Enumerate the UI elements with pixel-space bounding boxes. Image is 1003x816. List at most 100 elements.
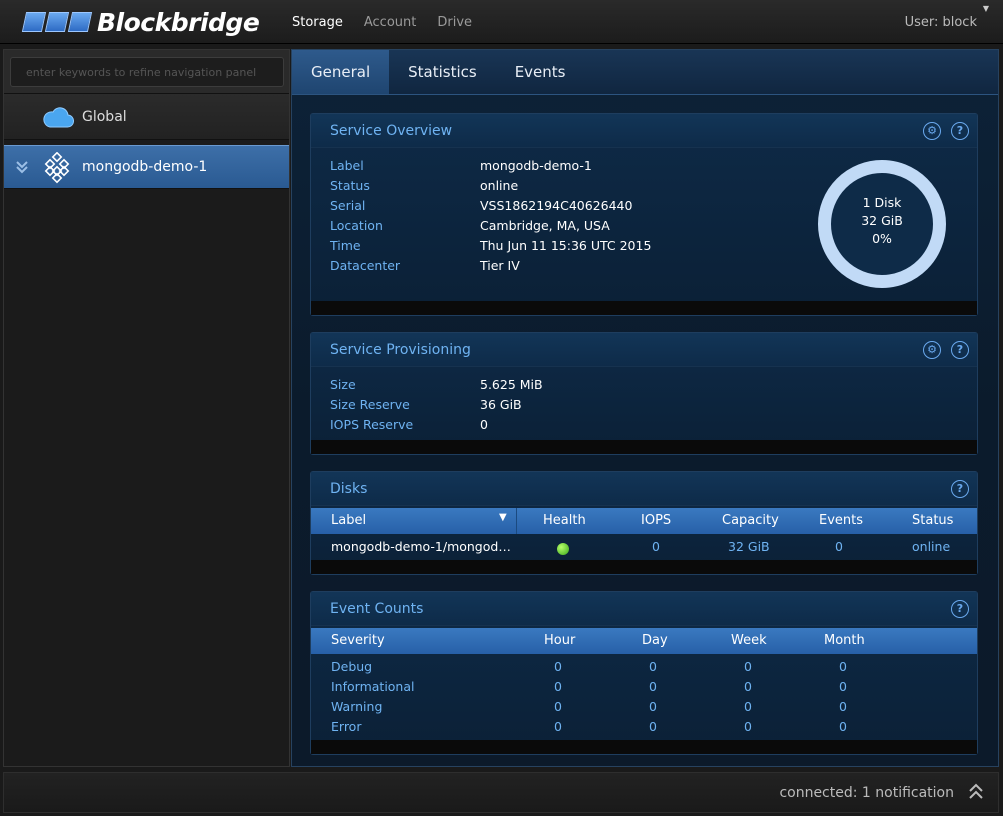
count-month[interactable]: 0 — [839, 679, 847, 694]
provisioning-properties: Size 5.625 MiB Size Reserve 36 GiB IOPS Re… — [330, 377, 543, 437]
property-key: Datacenter — [330, 258, 401, 273]
count-week[interactable]: 0 — [744, 679, 752, 694]
user-menu[interactable]: User: block — [905, 15, 977, 30]
table-row: Debug 0 0 0 0 — [311, 654, 977, 674]
disk-capacity[interactable]: 32 GiB — [728, 539, 770, 554]
topnav-account[interactable]: Account — [364, 15, 417, 30]
logo-square-icon — [44, 12, 70, 32]
count-hour[interactable]: 0 — [554, 659, 562, 674]
nav-search-wrap — [4, 50, 289, 94]
disk-label[interactable]: mongodb-demo-1/mongod… — [331, 539, 511, 554]
tab-bar: General Statistics Events — [292, 50, 998, 95]
settings-gear-icon[interactable]: ⚙ — [923, 341, 941, 359]
property-key: Serial — [330, 198, 366, 213]
service-icon — [44, 152, 70, 184]
sort-chevron-icon[interactable]: ▼ — [499, 512, 507, 523]
column-header-day[interactable]: Day — [642, 633, 668, 648]
table-row: Warning 0 0 0 0 — [311, 694, 977, 714]
top-bar: Blockbridge Storage Account Drive User: … — [0, 0, 1003, 44]
column-header-severity[interactable]: Severity — [331, 633, 385, 648]
property-row: Size Reserve 36 GiB — [330, 397, 543, 417]
count-day[interactable]: 0 — [649, 699, 657, 714]
disk-events[interactable]: 0 — [835, 539, 843, 554]
count-month[interactable]: 0 — [839, 699, 847, 714]
table-row[interactable]: mongodb-demo-1/mongod… 0 32 GiB 0 online — [311, 534, 977, 555]
panel-footer — [311, 740, 977, 754]
sidebar-item-label: mongodb-demo-1 — [82, 159, 208, 175]
column-header-events[interactable]: Events — [819, 513, 863, 528]
disk-status[interactable]: online — [912, 539, 950, 554]
table-row: Error 0 0 0 0 — [311, 714, 977, 734]
sidebar-item-label: Global — [82, 108, 127, 125]
column-header-week[interactable]: Week — [731, 633, 767, 648]
property-key: Size — [330, 377, 356, 392]
count-week[interactable]: 0 — [744, 699, 752, 714]
nav-search-input[interactable] — [10, 57, 284, 87]
property-value: Cambridge, MA, USA — [480, 218, 610, 233]
panel-header: Event Counts ? — [311, 592, 977, 626]
disk-iops[interactable]: 0 — [652, 539, 660, 554]
property-value: 36 GiB — [480, 397, 522, 412]
help-icon[interactable]: ? — [951, 480, 969, 498]
count-week[interactable]: 0 — [744, 659, 752, 674]
property-row: Time Thu Jun 11 15:36 UTC 2015 — [330, 238, 651, 258]
donut-line: 32 GiB — [861, 213, 903, 228]
topnav-drive[interactable]: Drive — [437, 15, 472, 30]
column-header-iops[interactable]: IOPS — [641, 513, 671, 528]
count-day[interactable]: 0 — [649, 719, 657, 734]
count-day[interactable]: 0 — [649, 659, 657, 674]
column-header-status[interactable]: Status — [912, 513, 953, 528]
help-icon[interactable]: ? — [951, 341, 969, 359]
event-counts-panel: Event Counts ? Severity Hour Day Week Mo… — [310, 591, 978, 755]
table-row: Informational 0 0 0 0 — [311, 674, 977, 694]
collapse-chevrons-icon[interactable] — [15, 160, 29, 174]
event-table-header: Severity Hour Day Week Month — [311, 628, 977, 654]
property-value: Thu Jun 11 15:36 UTC 2015 — [480, 238, 652, 253]
brand-name: Blockbridge — [97, 7, 260, 37]
connection-status[interactable]: connected: 1 notification — [779, 785, 954, 801]
column-header-capacity[interactable]: Capacity — [722, 513, 779, 528]
topnav-storage[interactable]: Storage — [292, 15, 343, 30]
settings-gear-icon[interactable]: ⚙ — [923, 122, 941, 140]
navigation-panel: Global mongodb-demo-1 — [3, 49, 290, 767]
tab-general[interactable]: General — [292, 50, 390, 94]
column-header-month[interactable]: Month — [824, 633, 865, 648]
panel-title: Event Counts — [330, 601, 424, 617]
logo-square-icon — [21, 12, 47, 32]
count-hour[interactable]: 0 — [554, 679, 562, 694]
property-value: mongodb-demo-1 — [480, 158, 592, 173]
panel-footer — [311, 301, 977, 315]
panel-header: Service Provisioning ⚙ ? — [311, 333, 977, 367]
count-hour[interactable]: 0 — [554, 719, 562, 734]
help-icon[interactable]: ? — [951, 600, 969, 618]
count-month[interactable]: 0 — [839, 659, 847, 674]
severity-label: Error — [331, 719, 362, 734]
column-divider — [516, 508, 517, 534]
property-value: online — [480, 178, 519, 193]
count-hour[interactable]: 0 — [554, 699, 562, 714]
column-header-health[interactable]: Health — [543, 513, 586, 528]
brand-logo[interactable]: Blockbridge — [21, 7, 260, 37]
count-month[interactable]: 0 — [839, 719, 847, 734]
property-key: Size Reserve — [330, 397, 410, 412]
column-header-hour[interactable]: Hour — [544, 633, 575, 648]
expand-chevrons-up-icon[interactable] — [968, 781, 984, 801]
count-day[interactable]: 0 — [649, 679, 657, 694]
count-week[interactable]: 0 — [744, 719, 752, 734]
property-key: Location — [330, 218, 383, 233]
property-row: Label mongodb-demo-1 — [330, 158, 651, 178]
help-icon[interactable]: ? — [951, 122, 969, 140]
top-nav: Storage Account Drive — [292, 15, 493, 30]
status-bar: connected: 1 notification — [3, 772, 999, 813]
capacity-donut: 1 Disk 32 GiB 0% — [818, 160, 946, 288]
service-provisioning-panel: Service Provisioning ⚙ ? Size 5.625 MiB S… — [310, 332, 978, 455]
sidebar-item-mongodb-demo-1[interactable]: mongodb-demo-1 — [4, 145, 289, 189]
tab-events[interactable]: Events — [496, 50, 585, 94]
sidebar-item-global[interactable]: Global — [4, 94, 289, 140]
tab-statistics[interactable]: Statistics — [389, 50, 496, 94]
health-indicator-icon — [557, 543, 569, 555]
caret-down-icon[interactable]: ▼ — [983, 4, 989, 13]
property-key: Time — [330, 238, 361, 253]
property-row: IOPS Reserve 0 — [330, 417, 543, 437]
column-header-label[interactable]: Label — [331, 513, 366, 528]
